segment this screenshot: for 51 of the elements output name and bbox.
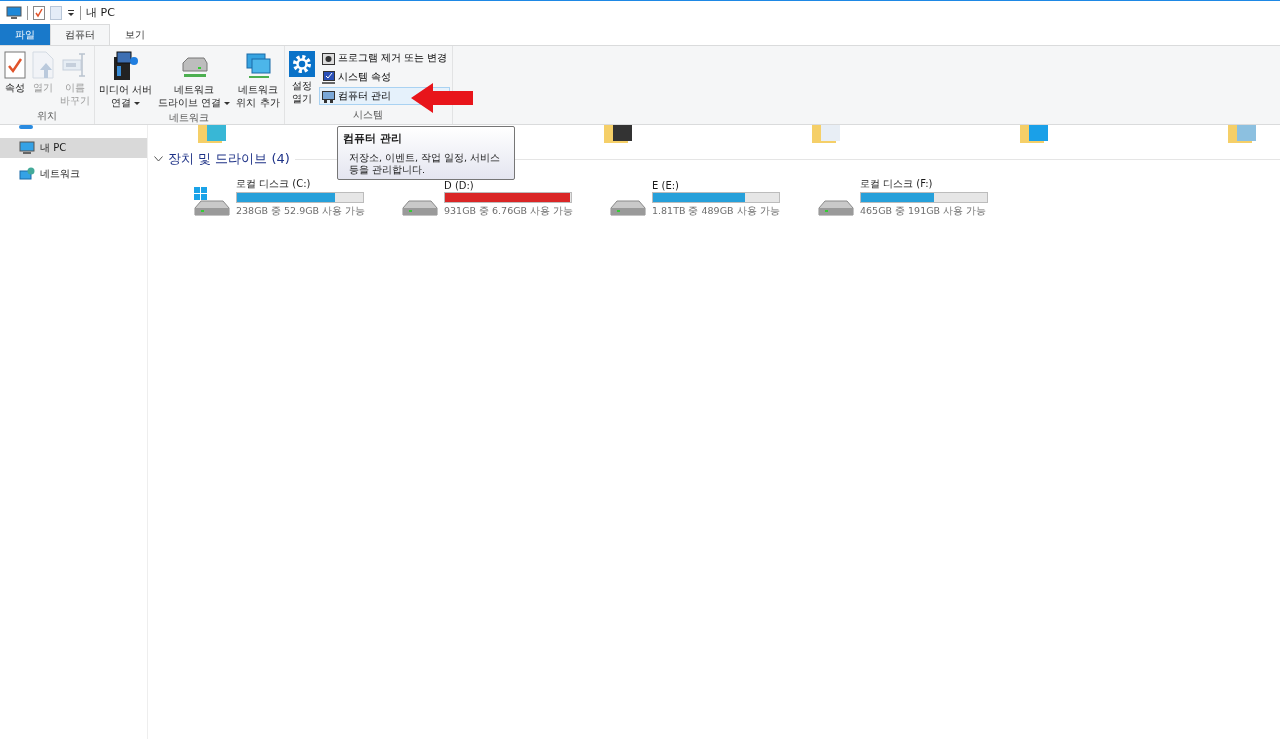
drive-name: D (D:) xyxy=(444,180,475,191)
ribbon-small-button[interactable]: 시스템 속성 xyxy=(318,68,451,86)
folder-icon xyxy=(1228,125,1256,143)
drive-usage: 1.81TB 중 489GB 사용 가능 xyxy=(652,204,780,217)
window-title: 내 PC xyxy=(86,5,115,20)
ribbon-button[interactable]: 미디어 서버 연결 xyxy=(97,49,155,111)
new-folder-icon[interactable] xyxy=(50,5,62,20)
drive-name: 로컬 디스크 (C:) xyxy=(236,177,312,191)
group-label: 시스템 xyxy=(352,108,385,122)
ribbon-button[interactable]: 네트워크 드라이브 연결 xyxy=(156,49,233,111)
computer-icon xyxy=(19,141,35,155)
drive-name: E (E:) xyxy=(652,180,680,191)
drive-usage: 465GB 중 191GB 사용 가능 xyxy=(860,204,988,217)
chevron-icon[interactable] xyxy=(154,156,163,162)
folder-icon xyxy=(812,125,840,143)
drive-icon[interactable] xyxy=(194,187,230,217)
media-server-icon xyxy=(111,51,140,81)
sidebar-item[interactable]: 네트워크 xyxy=(0,164,147,184)
program-icon xyxy=(321,51,335,65)
tooltip-title: 컴퓨터 관리 xyxy=(343,131,403,146)
settings-icon xyxy=(288,51,315,77)
ribbon-button[interactable]: 설정 열기 xyxy=(286,49,317,107)
network-icon xyxy=(19,167,35,181)
tooltip-text: 저장소, 이벤트, 작업 일정, 서비스 등을 관리합니다. xyxy=(348,152,502,176)
folder-icon xyxy=(198,125,226,143)
computer-manage-icon xyxy=(321,89,335,103)
ribbon-tab[interactable]: 컴퓨터 xyxy=(50,24,110,45)
ribbon-small-button[interactable]: 프로그램 제거 또는 변경 xyxy=(318,49,451,67)
section-title: 장치 및 드라이브 (4) xyxy=(168,150,290,168)
rename-icon xyxy=(62,51,88,79)
drive-usage: 931GB 중 6.76GB 사용 가능 xyxy=(444,204,574,217)
open-icon xyxy=(32,51,54,79)
network-location-icon xyxy=(243,51,272,81)
monitor-check-icon xyxy=(321,70,335,84)
folder-icon xyxy=(1020,125,1048,143)
caret-icon xyxy=(134,101,141,105)
drive-usage: 238GB 중 52.9GB 사용 가능 xyxy=(236,204,366,217)
drive-name: 로컬 디스크 (F:) xyxy=(860,177,934,191)
folder-icon xyxy=(604,125,632,143)
properties-icon[interactable] xyxy=(33,5,45,20)
checklist-icon xyxy=(4,51,26,79)
computer-icon xyxy=(6,5,22,20)
caret-icon xyxy=(224,101,231,105)
dropdown-icon[interactable] xyxy=(67,8,75,17)
group-label: 네트워크 xyxy=(168,111,211,125)
ribbon-button[interactable]: 속성 xyxy=(2,49,28,96)
ribbon-tab[interactable]: 파일 xyxy=(0,24,50,45)
sidebar-item[interactable]: 내 PC xyxy=(0,138,147,158)
group-label: 위치 xyxy=(36,109,58,123)
arrow-icon xyxy=(411,83,473,113)
ribbon-button[interactable]: 네트워크 위치 추가 xyxy=(234,49,282,111)
